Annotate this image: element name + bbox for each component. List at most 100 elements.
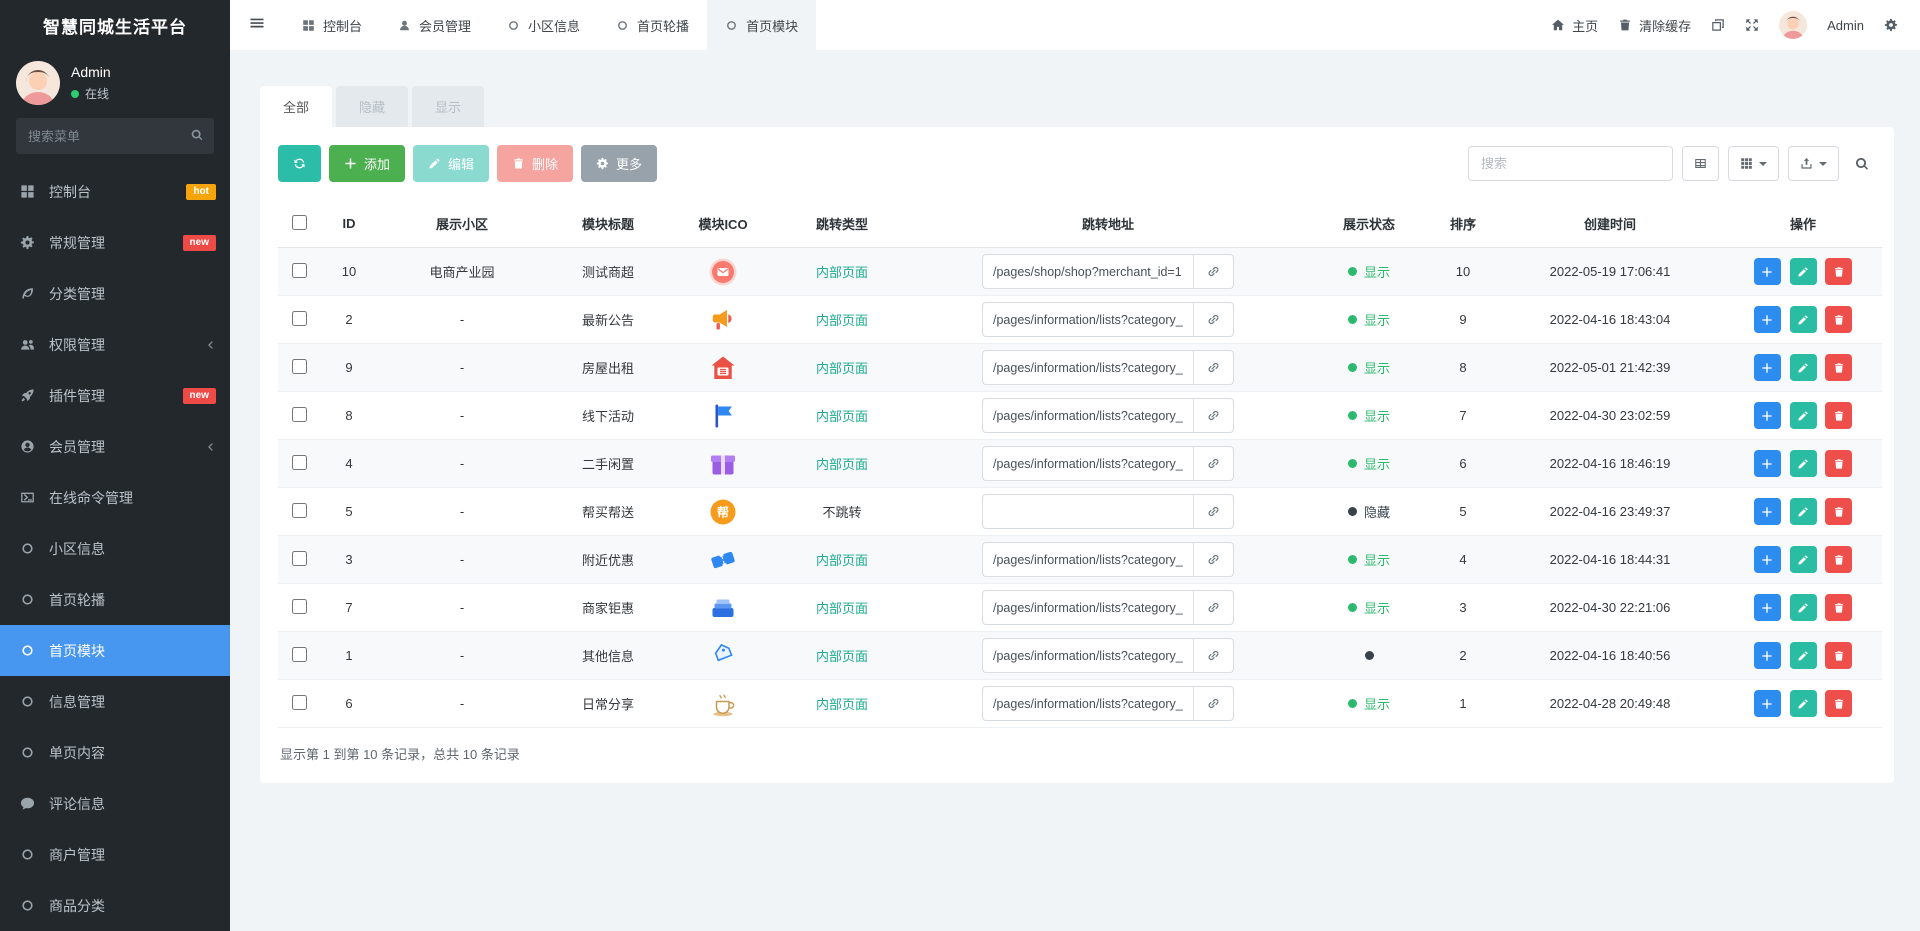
link-button[interactable] [1194, 494, 1234, 529]
row-checkbox[interactable] [291, 310, 307, 326]
row-edit-button[interactable] [1789, 690, 1817, 717]
topbar-username[interactable]: Admin [1827, 18, 1864, 33]
link-button[interactable] [1194, 686, 1234, 721]
link-button[interactable] [1194, 590, 1234, 625]
row-delete-button[interactable] [1825, 258, 1853, 285]
jump-url-input[interactable] [982, 350, 1194, 385]
column-header[interactable]: 创建时间 [1496, 200, 1724, 248]
jump-type-label[interactable]: 内部页面 [816, 649, 868, 664]
pages-button[interactable] [1711, 18, 1725, 32]
sidebar-item-member[interactable]: 会员管理 [0, 421, 230, 472]
filter-tab-shown[interactable]: 显示 [412, 86, 485, 127]
topbar-avatar[interactable] [1779, 11, 1808, 39]
jump-url-input[interactable] [982, 494, 1194, 529]
clear-cache-button[interactable]: 清除缓存 [1618, 16, 1691, 35]
sidebar-item-single-page[interactable]: 单页内容 [0, 727, 230, 778]
sidebar-item-information[interactable]: 信息管理 [0, 676, 230, 727]
jump-url-input[interactable] [982, 446, 1194, 481]
status-badge[interactable]: 显示 [1347, 406, 1390, 425]
refresh-button[interactable] [278, 145, 321, 182]
row-edit-button[interactable] [1789, 354, 1817, 381]
row-checkbox[interactable] [291, 358, 307, 374]
row-edit-button[interactable] [1789, 258, 1817, 285]
jump-url-input[interactable] [982, 590, 1194, 625]
row-checkbox[interactable] [291, 454, 307, 470]
filter-tab-hidden[interactable]: 隐藏 [336, 86, 409, 127]
status-badge[interactable] [1364, 651, 1374, 660]
settings-button[interactable] [1884, 18, 1898, 32]
row-edit-button[interactable] [1789, 402, 1817, 429]
sidebar-item-general[interactable]: 常规管理 new [0, 217, 230, 268]
sidebar-item-command[interactable]: 在线命令管理 [0, 472, 230, 523]
more-button[interactable]: 更多 [581, 145, 658, 182]
jump-url-input[interactable] [982, 638, 1194, 673]
column-header[interactable]: 跳转地址 [908, 200, 1308, 248]
column-header[interactable]: 模块标题 [546, 200, 670, 248]
row-edit-button[interactable] [1789, 498, 1817, 525]
menu-toggle-button[interactable] [230, 0, 284, 50]
column-header[interactable]: 排序 [1430, 200, 1496, 248]
jump-url-input[interactable] [982, 542, 1194, 577]
edit-button[interactable]: 编辑 [413, 145, 490, 182]
jump-type-label[interactable]: 内部页面 [816, 361, 868, 376]
sidebar-item-banner[interactable]: 首页轮播 [0, 574, 230, 625]
table-search-input[interactable] [1468, 146, 1673, 181]
jump-type-label[interactable]: 内部页面 [816, 313, 868, 328]
link-button[interactable] [1194, 638, 1234, 673]
row-checkbox[interactable] [291, 550, 307, 566]
row-add-button[interactable] [1753, 642, 1781, 669]
sidebar-item-community[interactable]: 小区信息 [0, 523, 230, 574]
row-edit-button[interactable] [1789, 594, 1817, 621]
column-header[interactable]: 模块ICO [670, 200, 776, 248]
status-badge[interactable]: 显示 [1347, 598, 1390, 617]
sidebar-item-category[interactable]: 分类管理 [0, 268, 230, 319]
status-badge[interactable]: 显示 [1347, 550, 1390, 569]
row-add-button[interactable] [1753, 498, 1781, 525]
jump-type-label[interactable]: 内部页面 [816, 409, 868, 424]
link-button[interactable] [1194, 542, 1234, 577]
jump-url-input[interactable] [982, 302, 1194, 337]
row-add-button[interactable] [1753, 594, 1781, 621]
row-delete-button[interactable] [1825, 306, 1853, 333]
row-edit-button[interactable] [1789, 306, 1817, 333]
row-checkbox[interactable] [291, 502, 307, 518]
top-tab-community[interactable]: 小区信息 [489, 0, 598, 50]
status-badge[interactable]: 显示 [1347, 694, 1390, 713]
row-add-button[interactable] [1753, 354, 1781, 381]
status-badge[interactable]: 显示 [1347, 454, 1390, 473]
row-delete-button[interactable] [1825, 402, 1853, 429]
row-delete-button[interactable] [1825, 594, 1853, 621]
delete-button[interactable]: 删除 [497, 145, 574, 182]
jump-type-label[interactable]: 内部页面 [816, 265, 868, 280]
row-add-button[interactable] [1753, 258, 1781, 285]
row-add-button[interactable] [1753, 690, 1781, 717]
status-badge[interactable]: 显示 [1347, 262, 1390, 281]
jump-url-input[interactable] [982, 254, 1194, 289]
row-edit-button[interactable] [1789, 642, 1817, 669]
search-toggle-button[interactable] [1848, 156, 1876, 172]
jump-url-input[interactable] [982, 686, 1194, 721]
top-tab-member[interactable]: 会员管理 [380, 0, 489, 50]
row-add-button[interactable] [1753, 402, 1781, 429]
row-add-button[interactable] [1753, 450, 1781, 477]
top-tab-home-module[interactable]: 首页模块 [707, 0, 817, 50]
jump-type-label[interactable]: 内部页面 [816, 601, 868, 616]
row-checkbox[interactable] [291, 646, 307, 662]
row-add-button[interactable] [1753, 306, 1781, 333]
row-edit-button[interactable] [1789, 450, 1817, 477]
status-badge[interactable]: 显示 [1347, 358, 1390, 377]
row-delete-button[interactable] [1825, 498, 1853, 525]
link-button[interactable] [1194, 446, 1234, 481]
jump-type-label[interactable]: 内部页面 [816, 457, 868, 472]
sidebar-item-home-module[interactable]: 首页模块 [0, 625, 230, 676]
row-delete-button[interactable] [1825, 354, 1853, 381]
sidebar-item-auth[interactable]: 权限管理 [0, 319, 230, 370]
row-delete-button[interactable] [1825, 546, 1853, 573]
sidebar-item-comments[interactable]: 评论信息 [0, 778, 230, 829]
sidebar-item-addon[interactable]: 插件管理 new [0, 370, 230, 421]
sidebar-item-merchant[interactable]: 商户管理 [0, 829, 230, 880]
column-header[interactable]: 展示小区 [378, 200, 546, 248]
sidebar-item-dashboard[interactable]: 控制台 hot [0, 166, 230, 217]
top-tab-dashboard[interactable]: 控制台 [284, 0, 380, 50]
row-checkbox[interactable] [291, 262, 307, 278]
